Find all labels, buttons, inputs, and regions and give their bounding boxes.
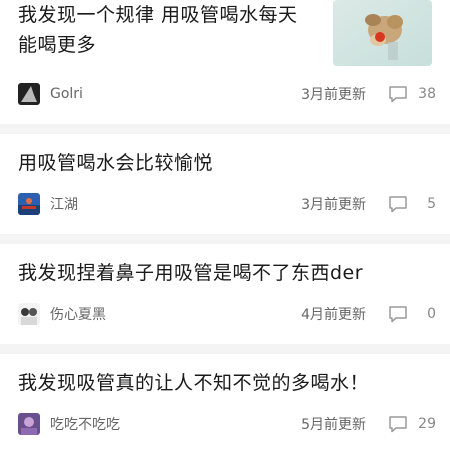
post-item[interactable]: 用吸管喝水会比较愉悦 江湖 3月前更新 5 bbox=[0, 134, 450, 232]
update-time: 3月前更新 bbox=[301, 87, 366, 103]
post-title-line: 我发现一个规律 用吸管喝水每天 bbox=[18, 4, 298, 26]
author-name[interactable]: 江湖 bbox=[50, 194, 286, 214]
post-title[interactable]: 用吸管喝水会比较愉悦 bbox=[18, 148, 213, 178]
post-title[interactable]: 我发现吸管真的让人不知不觉的多喝水！ bbox=[18, 368, 369, 398]
avatar[interactable] bbox=[18, 303, 40, 325]
comment-count: 0 bbox=[427, 306, 436, 322]
post-meta: Golri 3月前更新 38 bbox=[18, 82, 436, 106]
comment-count: 29 bbox=[418, 416, 436, 432]
divider bbox=[0, 344, 450, 354]
avatar[interactable] bbox=[18, 83, 40, 105]
comment-bubble-icon[interactable] bbox=[388, 195, 408, 213]
post-item[interactable]: 我发现一个规律 用吸管喝水每天 能喝更多 Golri 3月前更新 38 bbox=[0, 0, 450, 118]
comment-count: 5 bbox=[427, 196, 436, 212]
post-item[interactable]: 我发现吸管真的让人不知不觉的多喝水！ 吃吃不吃吃 5月前更新 29 bbox=[0, 354, 450, 451]
comment-count: 38 bbox=[418, 86, 436, 102]
divider bbox=[0, 124, 450, 134]
author-name[interactable]: 吃吃不吃吃 bbox=[50, 414, 286, 434]
comment-bubble-icon[interactable] bbox=[388, 85, 408, 103]
avatar[interactable] bbox=[18, 413, 40, 435]
update-time: 3月前更新 bbox=[301, 197, 366, 213]
comment-bubble-icon[interactable] bbox=[388, 415, 408, 433]
post-title[interactable]: 我发现捏着鼻子用吸管是喝不了东西der bbox=[18, 258, 363, 288]
post-thumbnail[interactable] bbox=[333, 0, 432, 66]
post-meta: 江湖 3月前更新 5 bbox=[18, 192, 436, 216]
divider bbox=[0, 234, 450, 244]
post-meta: 伤心夏黑 4月前更新 0 bbox=[18, 302, 436, 326]
update-time: 5月前更新 bbox=[301, 417, 366, 433]
comment-bubble-icon[interactable] bbox=[388, 305, 408, 323]
author-name[interactable]: 伤心夏黑 bbox=[50, 304, 286, 324]
post-item[interactable]: 我发现捏着鼻子用吸管是喝不了东西der 伤心夏黑 4月前更新 0 bbox=[0, 244, 450, 342]
update-time: 4月前更新 bbox=[301, 307, 366, 323]
post-title-line: 我发现吸管真的让人不知不觉的多喝水！ bbox=[18, 372, 370, 394]
post-title[interactable]: 我发现一个规律 用吸管喝水每天 能喝更多 bbox=[18, 0, 298, 60]
post-title-line: 能喝更多 bbox=[18, 34, 97, 56]
post-title-line: 用吸管喝水会比较愉悦 bbox=[18, 152, 214, 174]
avatar[interactable] bbox=[18, 193, 40, 215]
post-feed: 我发现一个规律 用吸管喝水每天 能喝更多 Golri 3月前更新 38 用吸管喝… bbox=[0, 0, 450, 451]
post-meta: 吃吃不吃吃 5月前更新 29 bbox=[18, 412, 436, 436]
author-name[interactable]: Golri bbox=[50, 86, 286, 102]
post-title-line: 我发现捏着鼻子用吸管是喝不了东西der bbox=[18, 262, 364, 284]
